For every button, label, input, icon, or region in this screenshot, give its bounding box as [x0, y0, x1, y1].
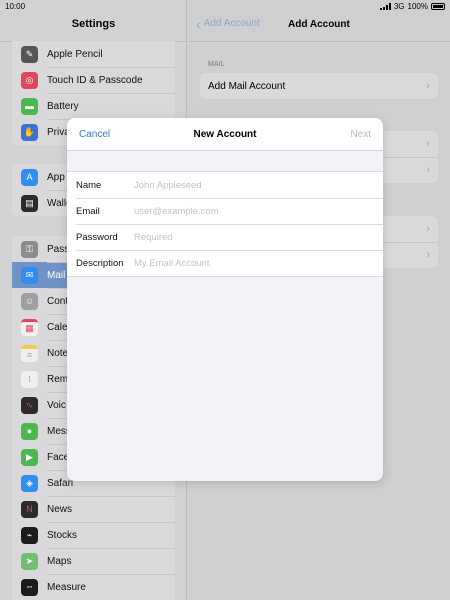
safari-icon: ◈ — [21, 474, 38, 492]
chevron-right-icon: › — [426, 138, 430, 150]
new-account-sheet: Cancel New Account Next Name Email Passw… — [67, 118, 383, 481]
back-button[interactable]: ‹ Add Account — [196, 15, 260, 32]
sidebar-item-label: Rem — [47, 373, 69, 385]
chevron-right-icon: › — [426, 164, 430, 176]
sidebar-item-maps[interactable]: ➤ Maps — [12, 548, 175, 574]
sidebar-item-battery[interactable]: ▬ Battery — [12, 93, 175, 119]
password-field[interactable] — [134, 231, 364, 243]
sidebar-item-label: Note — [47, 347, 69, 359]
wallet-icon: ▤ — [21, 194, 38, 212]
sidebar-item-label: Face — [47, 451, 70, 463]
sidebar-item-label: News — [47, 503, 73, 515]
sidebar-item-news[interactable]: N News — [12, 496, 175, 522]
divider — [188, 41, 450, 42]
sidebar-item-label: Pass — [47, 243, 70, 255]
page-title: Add Account — [288, 19, 350, 30]
reminders-icon: ⁝ — [21, 370, 38, 388]
chevron-right-icon: › — [426, 80, 430, 92]
sidebar-item-label: Stocks — [47, 529, 78, 541]
description-row: Description — [67, 250, 383, 276]
messages-icon: ● — [21, 422, 38, 440]
battery-icon: ▬ — [21, 97, 38, 115]
sidebar-item-stocks[interactable]: ⌁ Stocks — [12, 522, 175, 548]
network-type: 3G — [393, 1, 405, 11]
description-label: Description — [76, 257, 124, 269]
sheet-title: New Account — [193, 128, 257, 140]
add-mail-account-row[interactable]: Add Mail Account › — [200, 73, 438, 99]
next-button[interactable]: Next — [350, 129, 371, 140]
mail-icon: ✉ — [21, 266, 38, 284]
email-label: Email — [76, 205, 100, 217]
sidebar-item-label: Voic — [47, 399, 66, 411]
cancel-button[interactable]: Cancel — [79, 129, 110, 140]
sidebar-item-touch-id[interactable]: ◎ Touch ID & Passcode — [12, 67, 175, 93]
sidebar-item-label: Mail — [47, 269, 66, 281]
sidebar-item-label: Apple Pencil — [47, 48, 103, 60]
measure-icon: ┉ — [21, 578, 38, 596]
stocks-icon: ⌁ — [21, 526, 38, 544]
sidebar-item-label: Cale — [47, 321, 68, 333]
pencil-icon: ✎ — [21, 45, 38, 63]
hand-icon: ✋ — [21, 123, 38, 141]
signal-icon — [379, 2, 391, 10]
password-row: Password — [67, 224, 383, 250]
chevron-right-icon: › — [426, 223, 430, 235]
maps-icon: ➤ — [21, 552, 38, 570]
sidebar-item-label: Maps — [47, 555, 72, 567]
name-field[interactable] — [134, 179, 364, 191]
back-label: Add Account — [203, 18, 260, 29]
chevron-left-icon: ‹ — [196, 15, 201, 32]
sidebar-item-label: Cont — [47, 295, 69, 307]
app-store-icon: A — [21, 168, 38, 186]
section-label-mail: MAIL — [208, 61, 225, 68]
mail-group: Add Mail Account › — [200, 73, 438, 99]
fingerprint-icon: ◎ — [21, 71, 38, 89]
contacts-icon: ☺ — [21, 292, 38, 310]
sidebar-item-apple-pencil[interactable]: ✎ Apple Pencil — [12, 41, 175, 67]
email-field[interactable] — [134, 205, 364, 217]
status-bar: 10:00 3G 100% — [0, 0, 450, 12]
calendar-icon: ▦ — [21, 318, 38, 336]
name-row: Name — [67, 172, 383, 198]
status-time: 10:00 — [5, 1, 26, 11]
key-icon: ⚿ — [21, 240, 38, 258]
add-mail-account-label: Add Mail Account — [208, 80, 286, 92]
sidebar-item-measure[interactable]: ┉ Measure — [12, 574, 175, 600]
sheet-header: Cancel New Account Next — [67, 118, 383, 151]
sidebar-item-label: Measure — [47, 581, 86, 593]
description-field[interactable] — [134, 257, 364, 269]
battery-icon — [431, 2, 445, 10]
name-label: Name — [76, 179, 102, 191]
password-label: Password — [76, 231, 118, 243]
chevron-right-icon: › — [426, 249, 430, 261]
facetime-icon: ▶ — [21, 448, 38, 466]
sidebar-item-label: Touch ID & Passcode — [47, 74, 143, 86]
notes-icon: ≡ — [21, 344, 38, 362]
account-form: Name Email Password Description — [67, 171, 383, 277]
status-right: 3G 100% — [379, 1, 445, 11]
voice-memos-icon: ∿ — [21, 396, 38, 414]
news-icon: N — [21, 500, 38, 518]
email-row: Email — [67, 198, 383, 224]
sidebar-title: Settings — [71, 18, 116, 30]
sidebar-item-label: App — [47, 171, 65, 183]
sidebar-item-label: Battery — [47, 100, 79, 112]
battery-percent: 100% — [407, 1, 428, 11]
